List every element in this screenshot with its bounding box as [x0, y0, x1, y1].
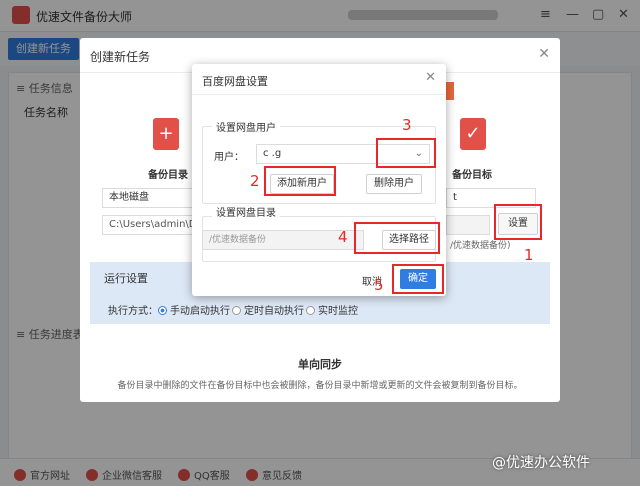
backup-folder-icon: + [153, 118, 179, 150]
radio-label: 手动启动执行 [170, 306, 230, 317]
backup-target-label: 备份目标 [452, 170, 492, 181]
annotation-box-5 [392, 264, 444, 294]
dialog-title: 百度网盘设置 [202, 75, 268, 88]
backup-target-icon: ✓ [460, 118, 486, 150]
radio-label: 定时自动执行 [244, 306, 304, 317]
annotation-number: 4 [338, 228, 348, 246]
annotation-box-3 [376, 138, 436, 168]
annotation-number: 1 [524, 246, 534, 264]
radio-unchecked-icon [232, 306, 241, 315]
user-group-label: 设置网盘用户 [212, 119, 280, 134]
annotation-box-4 [354, 222, 440, 254]
run-settings-title: 运行设置 [104, 272, 148, 285]
dialog-title: 创建新任务 [90, 50, 151, 64]
radio-manual[interactable]: 手动启动执行 [158, 302, 230, 317]
radio-checked-icon [158, 306, 167, 315]
sync-mode-title: 单向同步 [298, 358, 342, 371]
target-path-input[interactable] [446, 215, 490, 235]
divider [192, 94, 446, 95]
directory-group-label: 设置网盘目录 [212, 204, 280, 219]
radio-unchecked-icon [306, 306, 315, 315]
user-value: c .g [263, 148, 282, 159]
annotation-box-1 [494, 204, 542, 240]
annotation-number: 5 [374, 276, 384, 294]
radio-realtime[interactable]: 实时监控 [306, 302, 358, 317]
annotation-box-2 [264, 166, 336, 196]
sync-mode-description: 备份目录中删除的文件在备份目标中也会被删除，备份目录中新增或更新的文件会被复制到… [117, 381, 523, 391]
watermark: @优速办公软件 [492, 455, 590, 471]
close-icon[interactable]: ✕ [425, 70, 436, 85]
user-label: 用户： [214, 152, 244, 163]
radio-scheduled[interactable]: 定时自动执行 [232, 302, 304, 317]
backup-dir-label: 备份目录 [148, 170, 188, 181]
exec-mode-label: 执行方式： [108, 306, 158, 317]
radio-label: 实时监控 [318, 306, 358, 317]
annotation-number: 2 [250, 172, 260, 190]
close-icon[interactable]: ✕ [538, 46, 550, 62]
delete-user-button[interactable]: 删除用户 [366, 174, 422, 194]
annotation-number: 3 [402, 116, 412, 134]
